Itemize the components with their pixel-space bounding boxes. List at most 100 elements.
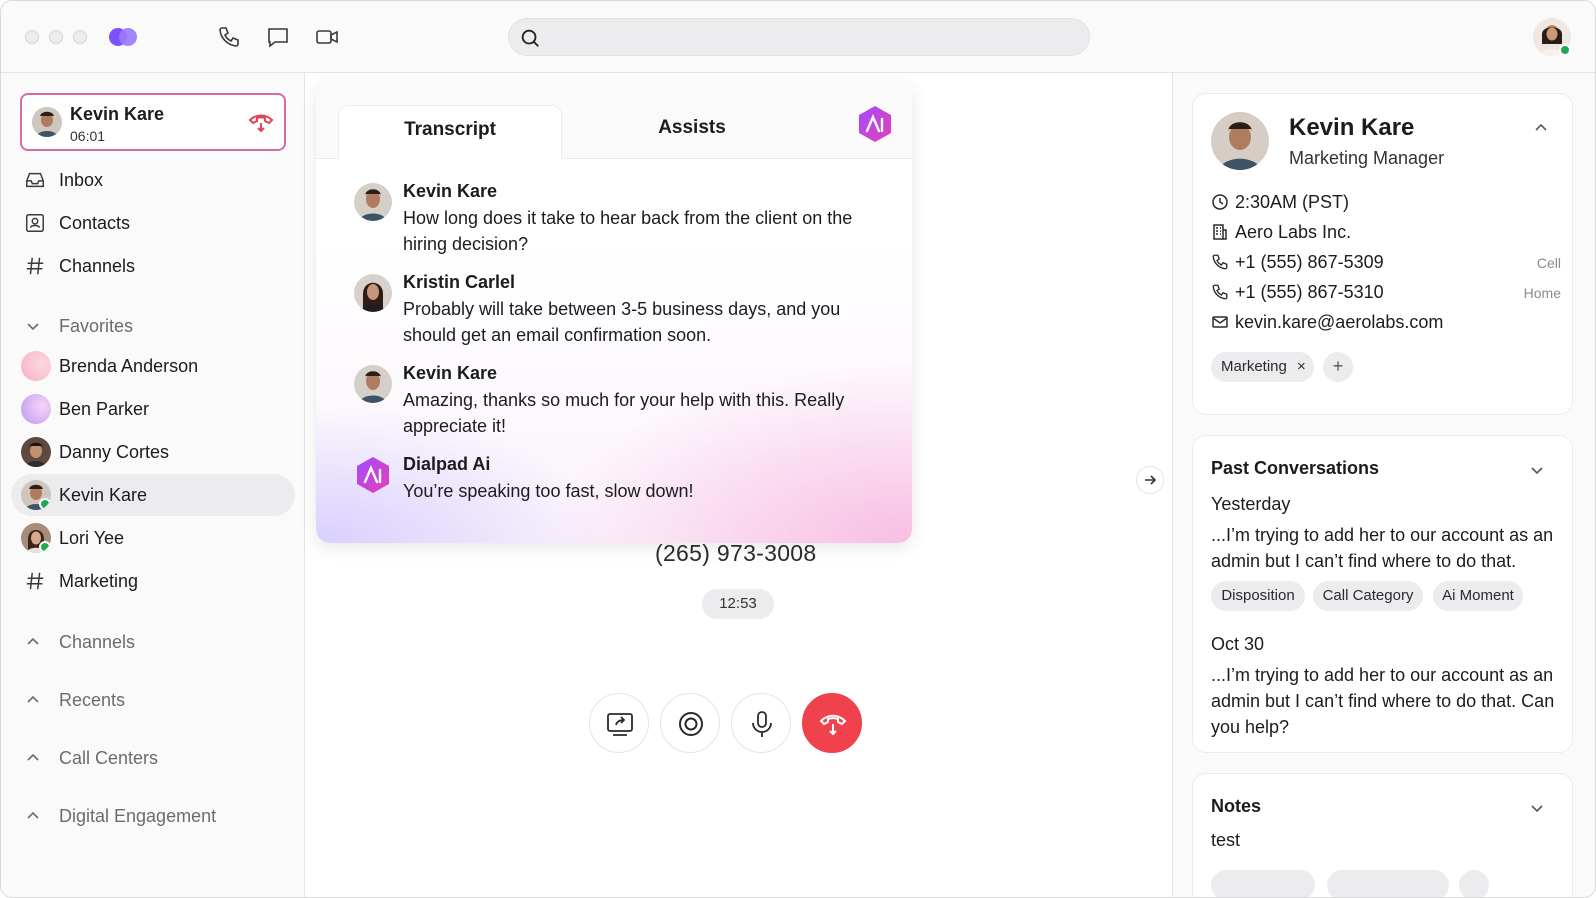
section-label: Recents bbox=[59, 690, 126, 710]
search-icon bbox=[521, 29, 539, 47]
recents-section-header[interactable]: Recents bbox=[11, 685, 295, 715]
active-call-card[interactable]: Kevin Kare 06:01 bbox=[20, 93, 286, 151]
hangup-icon[interactable] bbox=[248, 111, 274, 133]
contact-card: Kevin Kare Marketing Manager 2:30AM (PST… bbox=[1192, 93, 1573, 415]
phone-icon[interactable] bbox=[217, 25, 241, 49]
caller-phone-number: (265) 973-3008 bbox=[655, 540, 817, 566]
nav-channels[interactable]: Channels bbox=[11, 245, 295, 287]
favorite-lori-yee[interactable]: Lori Yee bbox=[11, 517, 295, 559]
favorite-kevin-kare[interactable]: Kevin Kare bbox=[11, 474, 295, 516]
favorites-section-header[interactable]: Favorites bbox=[11, 311, 295, 341]
tab-transcript[interactable]: Transcript bbox=[338, 105, 562, 159]
screen-share-icon bbox=[607, 713, 633, 736]
favorite-ben-parker[interactable]: Ben Parker bbox=[11, 388, 295, 430]
conversation-chip[interactable]: Ai Moment bbox=[1433, 581, 1523, 611]
message-speaker: Kristin Carlel bbox=[403, 272, 516, 292]
message-text: How long does it take to hear back from … bbox=[403, 208, 853, 254]
digital-engagement-section-header[interactable]: Digital Engagement bbox=[11, 801, 295, 831]
dialpad-ai-icon bbox=[357, 457, 389, 493]
contact-phone-cell[interactable]: +1 (555) 867-5309 Cell bbox=[1211, 250, 1561, 276]
clock-icon bbox=[1212, 194, 1228, 210]
section-label: Digital Engagement bbox=[59, 806, 217, 826]
phone-number: +1 (555) 867-5310 bbox=[1235, 282, 1384, 302]
conversation-date: Oct 30 bbox=[1211, 634, 1265, 654]
past-conversations-card: Past Conversations Yesterday ...I’m tryi… bbox=[1192, 435, 1573, 753]
sidebar: Kevin Kare 06:01 Inbox Contacts Channels… bbox=[1, 73, 305, 897]
favorite-danny-cortes[interactable]: Danny Cortes bbox=[11, 431, 295, 473]
channels-section-header[interactable]: Channels bbox=[11, 627, 295, 657]
message-speaker: Kevin Kare bbox=[403, 181, 498, 201]
message-text: Amazing, thanks so much for your help wi… bbox=[403, 390, 845, 436]
screen-share-button[interactable] bbox=[589, 693, 649, 753]
window-minimize-dot[interactable] bbox=[49, 30, 63, 44]
chevron-down-icon bbox=[27, 323, 39, 331]
tag-chip[interactable]: Marketing × bbox=[1211, 352, 1314, 382]
phone-type: Cell bbox=[1536, 255, 1561, 271]
user-online-indicator bbox=[1559, 44, 1571, 56]
avatar bbox=[21, 523, 51, 553]
window-maximize-dot[interactable] bbox=[73, 30, 87, 44]
avatar bbox=[21, 394, 51, 424]
favorite-brenda-anderson[interactable]: Brenda Anderson bbox=[11, 345, 295, 387]
dialpad-logo-icon bbox=[109, 28, 137, 46]
favorite-label: Marketing bbox=[59, 571, 139, 591]
chevron-up-icon[interactable] bbox=[1533, 120, 1549, 136]
nav-contacts[interactable]: Contacts bbox=[11, 202, 295, 244]
window-close-dot[interactable] bbox=[25, 30, 39, 44]
conversation-snippet[interactable]: ...I’m trying to add her to our account … bbox=[1211, 662, 1561, 740]
end-call-button[interactable] bbox=[802, 693, 862, 753]
search-bar[interactable] bbox=[508, 18, 1090, 56]
chevron-up-icon bbox=[27, 637, 39, 645]
call-elapsed-time: 12:53 bbox=[702, 589, 774, 619]
message-speaker: Dialpad Ai bbox=[403, 454, 491, 474]
tag-remove-icon[interactable]: × bbox=[1297, 352, 1306, 382]
notes-title: Notes bbox=[1211, 796, 1262, 816]
expand-panel-button[interactable] bbox=[1136, 466, 1164, 494]
call-centers-section-header[interactable]: Call Centers bbox=[11, 743, 295, 773]
video-icon[interactable] bbox=[315, 25, 339, 49]
add-tag-button[interactable]: + bbox=[1323, 352, 1353, 382]
building-icon bbox=[1213, 224, 1227, 240]
favorite-label: Ben Parker bbox=[59, 399, 150, 419]
online-indicator bbox=[39, 498, 51, 510]
online-indicator bbox=[39, 541, 51, 553]
hash-icon bbox=[26, 572, 44, 590]
conversation-chip[interactable]: Call Category bbox=[1313, 581, 1423, 611]
favorite-label: Brenda Anderson bbox=[59, 356, 199, 376]
section-label: Call Centers bbox=[59, 748, 159, 768]
contact-local-time: 2:30AM (PST) bbox=[1211, 190, 1561, 216]
chevron-down-icon[interactable] bbox=[1529, 462, 1545, 478]
avatar bbox=[21, 351, 51, 381]
tab-assists[interactable]: Assists bbox=[582, 105, 802, 159]
contact-phone-home[interactable]: +1 (555) 867-5310 Home bbox=[1211, 280, 1561, 306]
conversation-snippet[interactable]: ...I’m trying to add her to our account … bbox=[1211, 522, 1561, 574]
call-view: Transcript Assists Kevin Kare How long d… bbox=[305, 73, 1172, 897]
company-value: Aero Labs Inc. bbox=[1235, 222, 1352, 242]
app-window: Kevin Kare 06:01 Inbox Contacts Channels… bbox=[0, 0, 1596, 898]
contact-email[interactable]: kevin.kare@aerolabs.com bbox=[1211, 310, 1561, 336]
mute-button[interactable] bbox=[731, 693, 791, 753]
favorite-marketing-channel[interactable]: Marketing bbox=[11, 560, 295, 602]
record-button[interactable] bbox=[660, 693, 720, 753]
avatar bbox=[21, 480, 51, 510]
nav-contacts-label: Contacts bbox=[59, 213, 131, 233]
tag-label: Marketing bbox=[1221, 358, 1287, 375]
message-icon[interactable] bbox=[266, 25, 290, 49]
chevron-down-icon[interactable] bbox=[1529, 800, 1545, 816]
conversation-chip[interactable]: Disposition bbox=[1211, 581, 1305, 611]
notes-text[interactable]: test bbox=[1211, 830, 1240, 851]
phone-number: +1 (555) 867-5309 bbox=[1235, 252, 1384, 272]
avatar bbox=[354, 365, 392, 403]
local-time-value: 2:30AM (PST) bbox=[1235, 192, 1350, 212]
email-value: kevin.kare@aerolabs.com bbox=[1235, 312, 1444, 332]
phone-type: Home bbox=[1523, 285, 1561, 301]
chevron-up-icon bbox=[27, 753, 39, 761]
dialpad-ai-icon[interactable] bbox=[856, 105, 894, 143]
favorite-label: Lori Yee bbox=[59, 528, 125, 548]
chevron-up-icon bbox=[27, 695, 39, 703]
nav-inbox[interactable]: Inbox bbox=[11, 159, 295, 201]
avatar bbox=[354, 274, 392, 312]
search-input[interactable] bbox=[549, 19, 1079, 55]
favorite-label: Danny Cortes bbox=[59, 442, 170, 462]
notes-chip-placeholder bbox=[1211, 870, 1315, 897]
